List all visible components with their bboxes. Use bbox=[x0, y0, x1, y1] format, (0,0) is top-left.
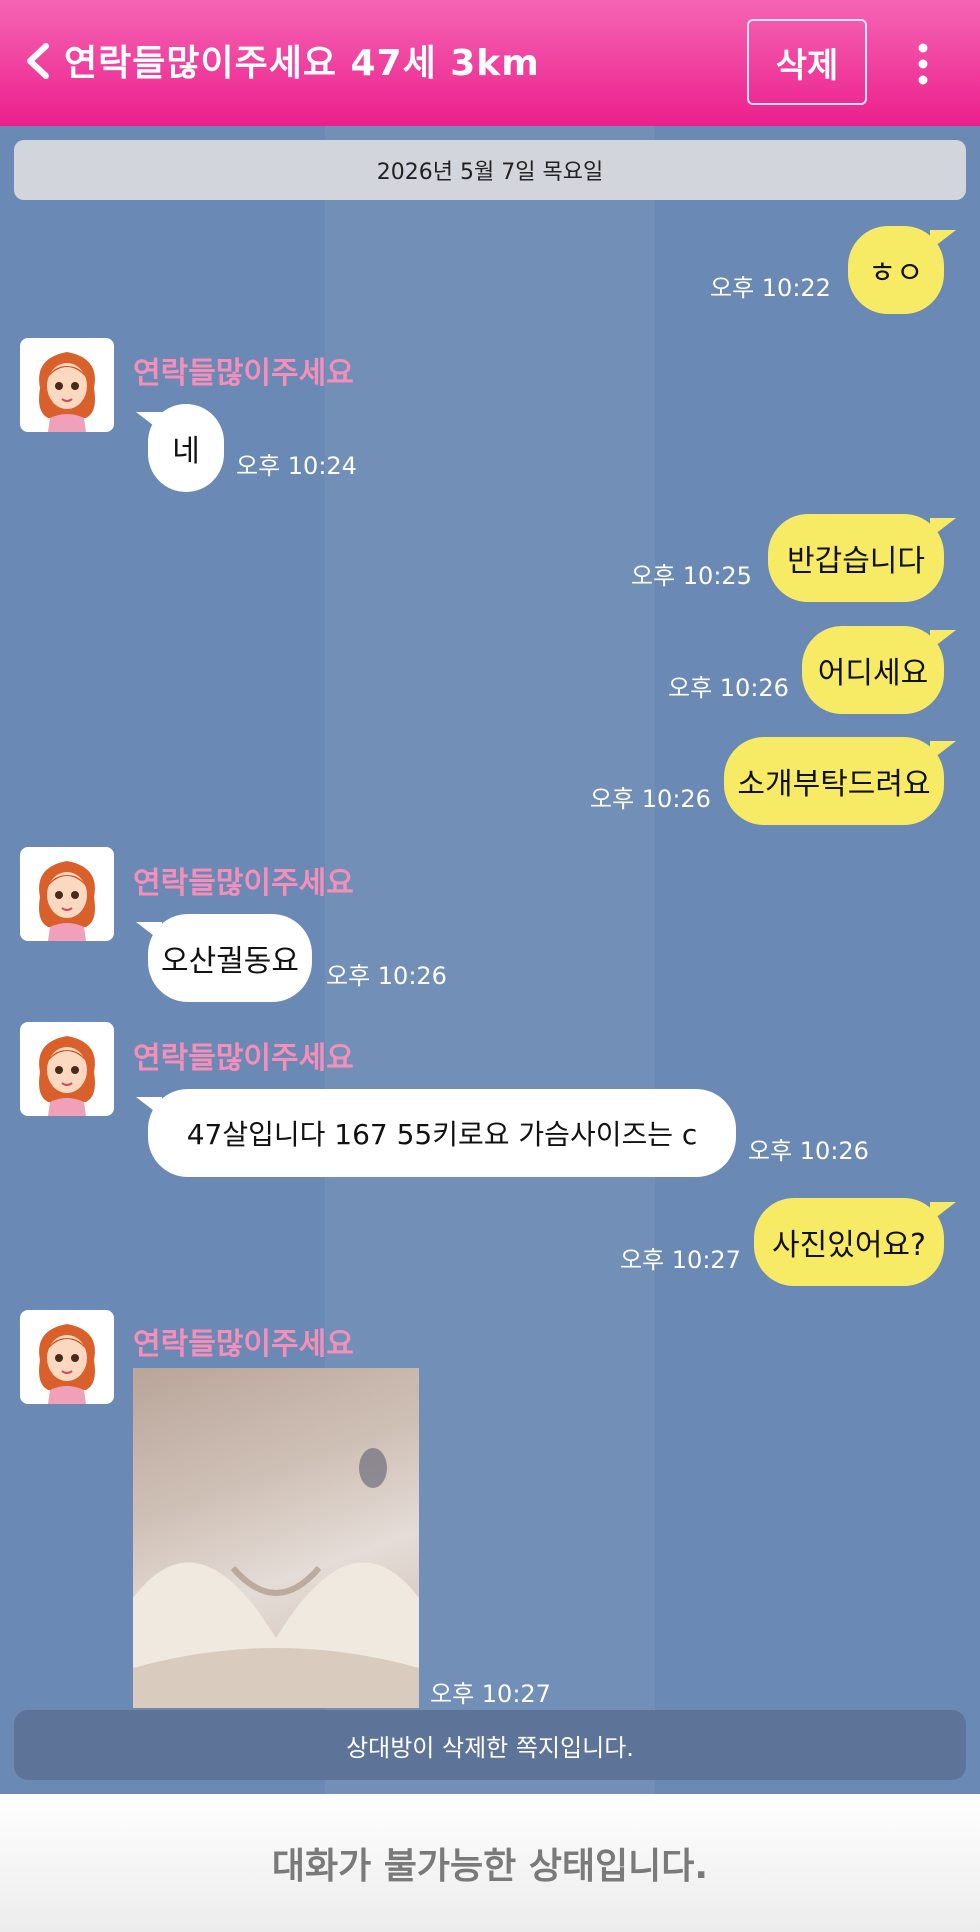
delete-button[interactable]: 삭제 bbox=[747, 19, 867, 105]
sender-name: 연락들많이주세요 bbox=[133, 1327, 354, 1362]
my-message-bubble[interactable]: 어디세요 bbox=[802, 626, 944, 714]
date-banner: 2026년 5월 7일 목요일 bbox=[14, 140, 966, 200]
bubble-tail bbox=[930, 1202, 956, 1222]
other-message-bubble[interactable]: 47살입니다 167 55키로요 가슴사이즈는 c bbox=[148, 1089, 736, 1177]
message-time: 오후 10:26 bbox=[668, 674, 789, 702]
avatar-girl-icon bbox=[39, 861, 95, 941]
my-message-bubble[interactable]: 소개부탁드려요 bbox=[724, 737, 944, 825]
deleted-message-notice: 상대방이 삭제한 쪽지입니다. bbox=[14, 1710, 966, 1780]
message-time: 오후 10:27 bbox=[620, 1246, 741, 1274]
chat-status-bar: 대화가 불가능한 상태입니다. bbox=[0, 1794, 980, 1932]
message-time: 오후 10:25 bbox=[631, 562, 752, 590]
bubble-tail bbox=[930, 741, 956, 761]
bubble-tail bbox=[930, 630, 956, 650]
avatar-girl-icon bbox=[39, 1324, 95, 1404]
avatar[interactable] bbox=[20, 1310, 114, 1404]
message-time: 오후 10:22 bbox=[710, 274, 831, 302]
message-time: 오후 10:26 bbox=[748, 1137, 869, 1165]
avatar[interactable] bbox=[20, 338, 114, 432]
sender-name: 연락들많이주세요 bbox=[133, 866, 354, 901]
bubble-tail bbox=[136, 1097, 162, 1117]
bubble-tail bbox=[930, 518, 956, 538]
chat-title: 연락들많이주세요 47세 3km bbox=[64, 43, 540, 84]
sender-name: 연락들많이주세요 bbox=[133, 1041, 354, 1076]
message-time: 오후 10:26 bbox=[590, 785, 711, 813]
more-options-icon[interactable] bbox=[905, 38, 941, 90]
avatar-girl-icon bbox=[39, 352, 95, 432]
avatar-girl-icon bbox=[39, 1036, 95, 1116]
sender-name: 연락들많이주세요 bbox=[133, 356, 354, 391]
bubble-tail bbox=[136, 412, 162, 432]
chat-header: 연락들많이주세요 47세 3km 삭제 bbox=[0, 0, 980, 126]
message-time: 오후 10:26 bbox=[326, 962, 447, 990]
bubble-tail bbox=[930, 230, 956, 250]
avatar[interactable] bbox=[20, 1022, 114, 1116]
back-arrow-icon[interactable] bbox=[18, 36, 58, 86]
message-time: 오후 10:27 bbox=[430, 1680, 551, 1708]
other-message-bubble[interactable]: 오산궐동요 bbox=[148, 914, 312, 1002]
photo-attachment[interactable] bbox=[133, 1368, 419, 1708]
message-time: 오후 10:24 bbox=[236, 452, 357, 480]
chat-area[interactable]: 2026년 5월 7일 목요일 오후 10:22 ㅎㅇ 연락들많이주세요 네 오… bbox=[0, 126, 980, 1794]
photo-image bbox=[133, 1448, 419, 1708]
bubble-tail bbox=[136, 922, 162, 942]
my-message-bubble[interactable]: 반갑습니다 bbox=[768, 514, 944, 602]
my-message-bubble[interactable]: 사진있어요? bbox=[754, 1198, 944, 1286]
avatar[interactable] bbox=[20, 847, 114, 941]
